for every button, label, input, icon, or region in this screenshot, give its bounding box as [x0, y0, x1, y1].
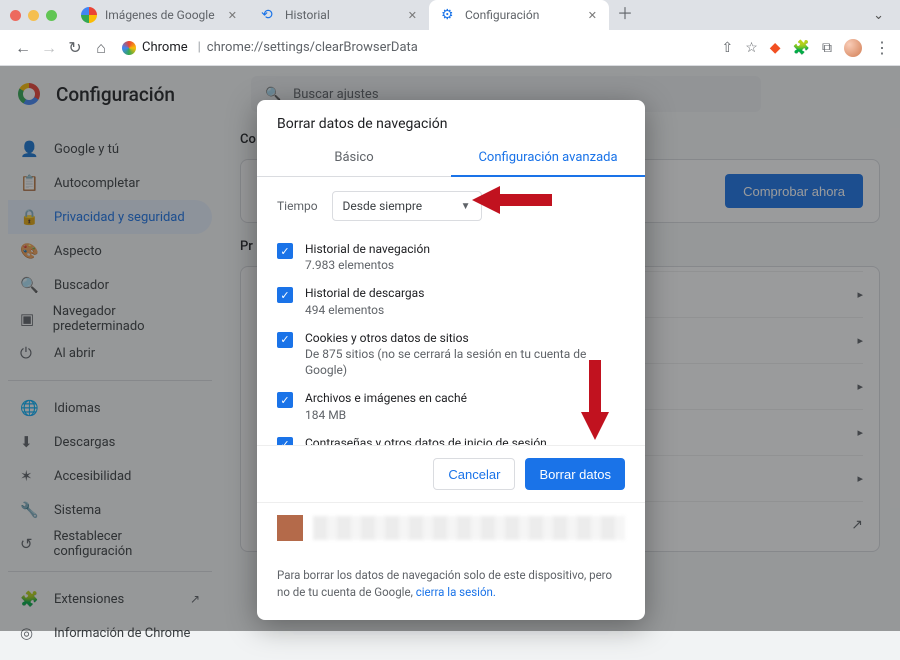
nav-reload-button[interactable]: ↻ [62, 38, 88, 57]
checkbox-checked[interactable] [277, 437, 293, 445]
dialog-tabs: Básico Configuración avanzada [257, 140, 645, 177]
address-bar-row: ← → ↻ ⌂ Chrome | chrome://settings/clear… [0, 30, 900, 66]
favicon-history: ⟲ [261, 7, 277, 23]
clear-browsing-data-dialog: Borrar datos de navegación Básico Config… [257, 100, 645, 620]
close-tab-icon[interactable]: ✕ [228, 9, 237, 22]
browser-menu-icon[interactable]: ⋮ [874, 38, 890, 57]
user-avatar[interactable] [844, 39, 862, 57]
favicon-gear-icon: ⚙ [441, 7, 457, 23]
tab-settings[interactable]: ⚙ Configuración ✕ [429, 0, 609, 30]
url-host: Chrome [142, 40, 188, 55]
nav-forward-button[interactable]: → [36, 38, 62, 58]
option-cached-files[interactable]: Archivos e imágenes en caché184 MB [277, 384, 625, 428]
nav-home-button[interactable]: ⌂ [88, 38, 114, 58]
time-range-label: Tiempo [277, 199, 318, 213]
option-cookies[interactable]: Cookies y otros datos de sitiosDe 875 si… [277, 324, 625, 385]
clear-options-list: Historial de navegación7.983 elementos H… [257, 235, 645, 445]
minimize-window-button[interactable] [28, 10, 39, 21]
tab-label: Imágenes de Google [105, 8, 215, 22]
favicon-google [81, 7, 97, 23]
tab-basic[interactable]: Básico [257, 140, 451, 176]
reading-list-icon[interactable]: ⧉ [822, 40, 832, 56]
select-value: Desde siempre [343, 199, 423, 213]
extensions-icon[interactable]: 🧩 [793, 40, 810, 56]
chevron-down-icon: ▼ [461, 201, 471, 212]
checkbox-checked[interactable] [277, 392, 293, 408]
url-path: chrome://settings/clearBrowserData [207, 40, 418, 55]
tab-google-images[interactable]: Imágenes de Google ✕ [69, 0, 249, 30]
window-titlebar: Imágenes de Google ✕ ⟲ Historial ✕ ⚙ Con… [0, 0, 900, 30]
share-icon[interactable]: ⇧ [721, 40, 733, 56]
window-menu-icon[interactable]: ⌄ [873, 8, 884, 23]
checkbox-checked[interactable] [277, 287, 293, 303]
account-info-redacted [313, 516, 625, 540]
nav-back-button[interactable]: ← [10, 38, 36, 58]
cancel-button[interactable]: Cancelar [433, 458, 515, 490]
fullscreen-window-button[interactable] [46, 10, 57, 21]
time-range-select[interactable]: Desde siempre ▼ [332, 191, 482, 221]
checkbox-checked[interactable] [277, 243, 293, 259]
dialog-footer-text: Para borrar los datos de navegación solo… [257, 553, 645, 620]
option-download-history[interactable]: Historial de descargas494 elementos [277, 279, 625, 323]
close-tab-icon[interactable]: ✕ [408, 9, 417, 22]
window-controls [10, 10, 57, 21]
tab-advanced[interactable]: Configuración avanzada [451, 140, 645, 177]
account-row [257, 502, 645, 553]
tab-label: Historial [285, 8, 330, 22]
checkbox-checked[interactable] [277, 332, 293, 348]
new-tab-button[interactable]: ＋ [617, 0, 633, 30]
tab-history[interactable]: ⟲ Historial ✕ [249, 0, 429, 30]
address-bar[interactable]: Chrome | chrome://settings/clearBrowserD… [114, 40, 721, 55]
close-tab-icon[interactable]: ✕ [588, 9, 597, 22]
option-browsing-history[interactable]: Historial de navegación7.983 elementos [277, 235, 625, 279]
bookmark-icon[interactable]: ☆ [745, 40, 758, 56]
clear-data-button[interactable]: Borrar datos [525, 458, 625, 490]
brave-shield-icon[interactable]: ◆ [770, 40, 781, 56]
sign-out-link[interactable]: cierra la sesión. [416, 585, 496, 599]
chrome-logo-icon [122, 41, 136, 55]
dialog-title: Borrar datos de navegación [257, 100, 645, 140]
close-window-button[interactable] [10, 10, 21, 21]
browser-tabs: Imágenes de Google ✕ ⟲ Historial ✕ ⚙ Con… [69, 0, 873, 30]
account-avatar [277, 515, 303, 541]
option-passwords[interactable]: Contraseñas y otros datos de inicio de s… [277, 429, 625, 445]
tab-label: Configuración [465, 8, 539, 22]
